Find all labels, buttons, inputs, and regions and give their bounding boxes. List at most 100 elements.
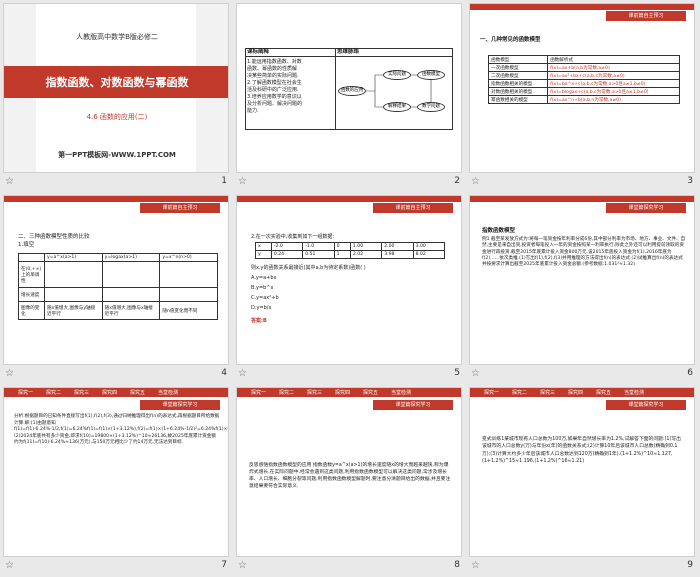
slide-heading: 二、三种函数模型性质的比较 bbox=[18, 234, 90, 240]
data-table: x -2.0 -1.0 0 1.00 2.00 3.00 y 0.24 0.51 1 2.02 3.9… bbox=[255, 242, 446, 259]
nav-tab[interactable]: 探究二 bbox=[512, 389, 527, 396]
slide-canvas: 课前篇自主预习 二、三种函数模型性质的比较 1.填空 y=a^x(a>1) y=l… bbox=[3, 195, 229, 365]
slide-canvas: 探究一 探究二 探究三 探究四 探究五 当堂检测 课堂篇探究学习 反思感悟指数函… bbox=[236, 387, 462, 557]
nav-bar: 探究一 探究二 探究三 探究四 探究五 当堂检测 bbox=[4, 388, 228, 397]
slide-thumbnail-1[interactable]: 人教版高中数学B版必修二 指数函数、对数函数与幂函数 4.6 函数的应用(二) … bbox=[0, 0, 234, 192]
star-icon[interactable]: ☆ bbox=[5, 368, 14, 379]
nav-tab[interactable]: 探究三 bbox=[74, 389, 89, 396]
question-text: 则x,y的函数关系最接近(其中a,b为待定系数)函数( ) bbox=[251, 265, 366, 271]
nav-tab[interactable]: 探究三 bbox=[540, 389, 555, 396]
star-icon[interactable]: ☆ bbox=[5, 560, 14, 571]
slide-number: 6 bbox=[687, 368, 693, 378]
accent-bar bbox=[470, 4, 694, 10]
table-row: y 0.24 0.51 1 2.02 3.98 8.02 bbox=[255, 250, 446, 259]
section-tag: 课堂篇探究学习 bbox=[606, 203, 686, 213]
nav-tab[interactable]: 探究一 bbox=[251, 389, 266, 396]
nav-tab[interactable]: 探究二 bbox=[279, 389, 294, 396]
table-cell: f(x)=blogax+c(a,b,c为常数,a>0且a≠1,b≠0) bbox=[547, 87, 680, 96]
table-cell: 图像的变化 bbox=[18, 301, 45, 320]
accent-bar bbox=[470, 196, 694, 202]
reflection-text: 反思感悟指数函数模型的应用 指数函数y=a^x(a>1)的增长速度随x的增大而越… bbox=[249, 463, 451, 489]
header-cell bbox=[18, 253, 45, 262]
table-cell: 随n值变化而不同 bbox=[159, 301, 218, 320]
nav-tab[interactable]: 探究五 bbox=[596, 389, 611, 396]
answer-text: 答案:B bbox=[251, 318, 267, 324]
header-cell: 函数模型 bbox=[487, 55, 549, 64]
slide-thumbnail-7[interactable]: 探究一 探究二 探究三 探究四 探究五 当堂检测 课堂篇探究学习 分析:根据题目… bbox=[0, 384, 234, 576]
slide-number: 3 bbox=[687, 176, 693, 186]
nav-tab[interactable]: 探究四 bbox=[335, 389, 350, 396]
slide-number: 1 bbox=[221, 176, 227, 186]
table-cell: 3.98 bbox=[381, 250, 414, 259]
nav-bar: 探究一 探究二 探究三 探究四 探究五 当堂检测 bbox=[237, 388, 461, 397]
slide-subheading: 1.填空 bbox=[18, 242, 35, 248]
table-cell bbox=[44, 261, 103, 288]
nav-tab[interactable]: 探究一 bbox=[18, 389, 33, 396]
table-cell: -1.0 bbox=[302, 242, 335, 251]
nav-tab[interactable]: 当堂检测 bbox=[624, 389, 644, 396]
slide-thumbnail-8[interactable]: 探究一 探究二 探究三 探究四 探究五 当堂检测 课堂篇探究学习 反思感悟指数函… bbox=[233, 384, 467, 576]
slide-number: 9 bbox=[687, 560, 693, 570]
table-cell: 二次函数模型 bbox=[487, 71, 549, 80]
section-tag: 课堂篇探究学习 bbox=[373, 400, 453, 410]
slide-canvas: 人教版高中数学B版必修二 指数函数、对数函数与幂函数 4.6 函数的应用(二) … bbox=[3, 3, 229, 173]
table-row: 一次函数模型 f(x)=ax+b(a,b为常数,a≠0) bbox=[487, 63, 680, 72]
nav-tab[interactable]: 探究二 bbox=[46, 389, 61, 396]
slide-thumbnail-4[interactable]: 课前篇自主预习 二、三种函数模型性质的比较 1.填空 y=a^x(a>1) y=l… bbox=[0, 192, 234, 384]
nav-tab[interactable]: 当堂检测 bbox=[391, 389, 411, 396]
slide-thumbnail-6[interactable]: 课堂篇探究学习 指数函数模型 例1 截至某发放方式为:将每一笔资金按年利率分成6… bbox=[466, 192, 700, 384]
nav-tab[interactable]: 探究五 bbox=[363, 389, 378, 396]
star-icon[interactable]: ☆ bbox=[238, 368, 247, 379]
nav-tab[interactable]: 探究四 bbox=[102, 389, 117, 396]
slide-footer: ☆ 8 bbox=[236, 558, 462, 574]
table-cell: 对数函数相关的模型 bbox=[487, 87, 549, 96]
slide-canvas: 课堂篇探究学习 指数函数模型 例1 截至某发放方式为:将每一笔资金按年利率分成6… bbox=[469, 195, 695, 365]
star-icon[interactable]: ☆ bbox=[238, 176, 247, 187]
nav-tab[interactable]: 当堂检测 bbox=[158, 389, 178, 396]
star-icon[interactable]: ☆ bbox=[471, 176, 480, 187]
slide-footer: ☆ 4 bbox=[3, 366, 229, 382]
nav-tab[interactable]: 探究四 bbox=[568, 389, 583, 396]
table-cell bbox=[44, 287, 103, 302]
table-cell: 一次函数模型 bbox=[487, 63, 549, 72]
question-text: 2.在一次实验中,收集到如下一组数据: bbox=[251, 234, 335, 240]
exercise-text: 变式训练1某城市现有人口总数为100万,如果年自然增长率为1.2%,试解答下面的… bbox=[482, 437, 681, 465]
section-tag: 课前篇自主预习 bbox=[373, 203, 453, 213]
nav-tab[interactable]: 探究三 bbox=[307, 389, 322, 396]
slide-canvas: 课前篇自主预习 2.在一次实验中,收集到如下一组数据: x -2.0 -1.0 0 1.… bbox=[236, 195, 462, 365]
nav-tab[interactable]: 探究一 bbox=[484, 389, 499, 396]
star-icon[interactable]: ☆ bbox=[471, 368, 480, 379]
accent-bar bbox=[237, 196, 461, 202]
star-icon[interactable]: ☆ bbox=[5, 176, 14, 187]
slide-thumbnail-2[interactable]: 课标阐释 思维脉络 1.能运用指数函数、对数 函数、幂函数的性质解 决某些简单的… bbox=[233, 0, 467, 192]
table-cell: y bbox=[255, 250, 272, 259]
table-cell: 随x值增大,图像与y轴接近平行 bbox=[44, 301, 103, 320]
slide-footer: ☆ 5 bbox=[236, 366, 462, 382]
slide-canvas: 课前篇自主预习 一、几种常见的函数模型 函数模型 函数解析式 一次函数模型 f(x)… bbox=[469, 3, 695, 173]
table-cell: f(x)=ax²+bx+c(a,b,c为常数,a≠0) bbox=[547, 71, 680, 80]
slide-thumbnail-9[interactable]: 探究一 探究二 探究三 探究四 探究五 当堂检测 课堂篇探究学习 变式训练1某城… bbox=[466, 384, 700, 576]
slide-thumbnail-3[interactable]: 课前篇自主预习 一、几种常见的函数模型 函数模型 函数解析式 一次函数模型 f(x)… bbox=[466, 0, 700, 192]
star-icon[interactable]: ☆ bbox=[238, 560, 247, 571]
slide-number: 8 bbox=[454, 560, 460, 570]
star-icon[interactable]: ☆ bbox=[471, 560, 480, 571]
header-cell: 函数解析式 bbox=[547, 55, 680, 64]
mindmap-connectors bbox=[366, 74, 432, 108]
table-row: x -2.0 -1.0 0 1.00 2.00 3.00 bbox=[255, 242, 446, 251]
function-model-table: 函数模型 函数解析式 一次函数模型 f(x)=ax+b(a,b为常数,a≠0) 二次… bbox=[487, 55, 680, 104]
table-cell: x bbox=[255, 242, 272, 251]
table-row: 图像的变化 随x值增大,图像与y轴接近平行 随x值增大,图像与x轴接近平行 随n值变化… bbox=[18, 301, 218, 320]
site-label: 第一PPT模板网-WWW.1PPT.COM bbox=[58, 151, 176, 159]
section-tag: 课堂篇探究学习 bbox=[606, 400, 686, 410]
table-row: 增长速度 bbox=[18, 287, 218, 302]
table-cell: 1.00 bbox=[349, 242, 383, 251]
section-tag: 课前篇自主预习 bbox=[140, 203, 220, 213]
slide-number: 5 bbox=[454, 368, 460, 378]
slide-thumbnail-5[interactable]: 课前篇自主预习 2.在一次实验中,收集到如下一组数据: x -2.0 -1.0 0 1.… bbox=[233, 192, 467, 384]
table-cell: f(x)=ax+b(a,b为常数,a≠0) bbox=[547, 63, 680, 72]
comparison-table: y=a^x(a>1) y=logax(a>1) y=x^n(n>0) 在(0,+∞)… bbox=[18, 253, 218, 320]
section-tag: 课前篇自主预习 bbox=[606, 11, 686, 21]
course-label: 人教版高中数学B版必修二 bbox=[76, 33, 158, 41]
nav-tab[interactable]: 探究五 bbox=[130, 389, 145, 396]
slide-footer: ☆ 9 bbox=[469, 558, 695, 574]
